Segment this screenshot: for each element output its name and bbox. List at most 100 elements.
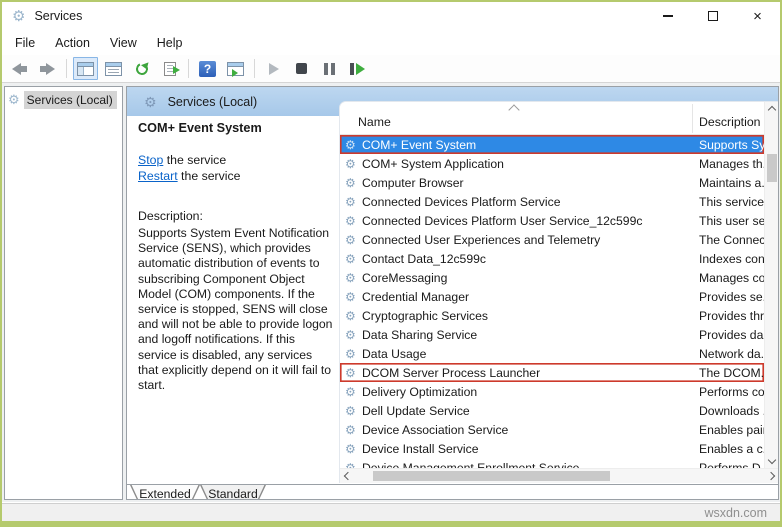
service-gear-icon — [345, 404, 356, 418]
extended-info-pane: COM+ Event System Stop the service Resta… — [127, 116, 338, 482]
stop-link-line: Stop the service — [138, 153, 241, 169]
start-service-button[interactable] — [261, 57, 286, 80]
menu-file[interactable]: File — [5, 33, 45, 53]
scroll-up-icon[interactable] — [768, 106, 776, 114]
service-name: COM+ System Application — [362, 157, 504, 171]
service-row[interactable]: Data Sharing Service Provides da... — [340, 325, 764, 344]
service-name: Delivery Optimization — [362, 385, 477, 399]
service-row[interactable]: DCOM Server Process Launcher The DCOM... — [340, 363, 764, 382]
menu-help[interactable]: Help — [147, 33, 193, 53]
service-gear-icon — [345, 290, 356, 304]
service-row[interactable]: Connected Devices Platform User Service_… — [340, 211, 764, 230]
service-row[interactable]: Computer Browser Maintains a... — [340, 173, 764, 192]
service-gear-icon — [345, 309, 356, 323]
service-name: Connected User Experiences and Telemetry — [362, 233, 600, 247]
menu-action[interactable]: Action — [45, 33, 100, 53]
tab-standard[interactable]: Standard — [200, 485, 266, 500]
back-arrow-icon — [12, 63, 27, 75]
main-area: Services (Local) Services (Local) COM+ E… — [2, 83, 780, 502]
minimize-button[interactable] — [645, 2, 690, 30]
status-bar: wsxdn.com — [2, 503, 780, 521]
help-button[interactable] — [195, 57, 220, 80]
service-name: Data Sharing Service — [362, 328, 477, 342]
service-row[interactable]: COM+ System Application Manages th... — [340, 154, 764, 173]
service-row[interactable]: CoreMessaging Manages co... — [340, 268, 764, 287]
service-gear-icon — [345, 233, 356, 247]
service-description: Manages th... — [699, 157, 764, 171]
service-gear-icon — [345, 423, 356, 437]
service-gear-icon — [345, 138, 356, 152]
tab-standard-label: Standard — [200, 487, 266, 501]
service-name: COM+ Event System — [362, 138, 476, 152]
service-list-body: COM+ Event System Supports Sy... COM+ Sy… — [340, 135, 764, 469]
service-row[interactable]: Cryptographic Services Provides thr... — [340, 306, 764, 325]
service-description: Supports Sy... — [699, 138, 764, 152]
title-bar[interactable]: Services × — [2, 2, 780, 30]
show-action-pane-button[interactable] — [223, 57, 248, 80]
services-local-header-label: Services (Local) — [168, 95, 258, 109]
refresh-button[interactable] — [129, 57, 154, 80]
tree-item-services-local[interactable]: Services (Local) — [8, 90, 121, 109]
service-description: The Connec... — [699, 233, 764, 247]
horizontal-scroll-thumb[interactable] — [373, 471, 610, 481]
view-tabs: Extended Standard — [127, 484, 778, 500]
service-row[interactable]: Connected Devices Platform Service This … — [340, 192, 764, 211]
forward-button[interactable] — [35, 57, 60, 80]
scroll-right-icon[interactable] — [767, 472, 775, 480]
toolbar-separator — [254, 59, 255, 78]
service-gear-icon — [345, 328, 356, 342]
service-list-panel: Name Description COM+ Event System Suppo… — [339, 101, 779, 483]
services-work-area: Services (Local) COM+ Event System Stop … — [126, 86, 779, 500]
stop-service-link[interactable]: Stop — [138, 153, 163, 167]
play-icon — [269, 63, 279, 75]
show-console-tree-button[interactable] — [73, 57, 98, 80]
toolbar-separator — [188, 59, 189, 78]
service-row[interactable]: Dell Update Service Downloads ... — [340, 401, 764, 420]
watermark-text: wsxdn.com — [704, 506, 767, 520]
service-description: Downloads ... — [699, 404, 764, 418]
horizontal-scrollbar[interactable] — [340, 468, 779, 483]
restart-icon — [350, 63, 365, 75]
back-button[interactable] — [7, 57, 32, 80]
pause-service-button[interactable] — [317, 57, 342, 80]
maximize-button[interactable] — [690, 2, 735, 30]
column-header-name[interactable]: Name — [358, 115, 391, 129]
service-row[interactable]: COM+ Event System Supports Sy... — [340, 135, 764, 154]
service-row[interactable]: Contact Data_12c599c Indexes con... — [340, 249, 764, 268]
service-description-text: Supports System Event Notification Servi… — [138, 226, 334, 393]
service-row[interactable]: Credential Manager Provides se... — [340, 287, 764, 306]
column-divider[interactable] — [692, 104, 693, 133]
column-header-description[interactable]: Description — [699, 115, 761, 129]
properties-button[interactable] — [101, 57, 126, 80]
service-name: Contact Data_12c599c — [362, 252, 486, 266]
restart-link-suffix: the service — [178, 169, 241, 183]
service-name: DCOM Server Process Launcher — [362, 366, 540, 380]
console-tree-icon — [77, 62, 94, 76]
menu-view[interactable]: View — [100, 33, 147, 53]
service-description: Provides da... — [699, 328, 764, 342]
stop-link-suffix: the service — [163, 153, 226, 167]
tab-extended[interactable]: Extended — [130, 485, 200, 500]
scroll-left-icon[interactable] — [344, 472, 352, 480]
description-label: Description: — [138, 209, 203, 223]
services-window: Services × File Action View Help — [2, 2, 780, 521]
service-description: Enables a c... — [699, 442, 764, 456]
restart-service-link[interactable]: Restart — [138, 169, 178, 183]
close-button[interactable]: × — [735, 2, 780, 30]
export-list-button[interactable] — [157, 57, 182, 80]
restart-service-button[interactable] — [345, 57, 370, 80]
service-row[interactable]: Device Association Service Enables pair.… — [340, 420, 764, 439]
service-description: Indexes con... — [699, 252, 764, 266]
service-row[interactable]: Connected User Experiences and Telemetry… — [340, 230, 764, 249]
vertical-scrollbar[interactable] — [764, 102, 779, 468]
scroll-down-icon[interactable] — [768, 456, 776, 464]
service-row[interactable]: Delivery Optimization Performs co... — [340, 382, 764, 401]
vertical-scroll-thumb[interactable] — [767, 154, 777, 182]
service-name: Cryptographic Services — [362, 309, 488, 323]
service-description: Provides se... — [699, 290, 764, 304]
service-row[interactable]: Data Usage Network da... — [340, 344, 764, 363]
services-gear-icon — [8, 92, 20, 107]
service-row[interactable]: Device Install Service Enables a c... — [340, 439, 764, 458]
stop-service-button[interactable] — [289, 57, 314, 80]
service-description: This user se... — [699, 214, 764, 228]
